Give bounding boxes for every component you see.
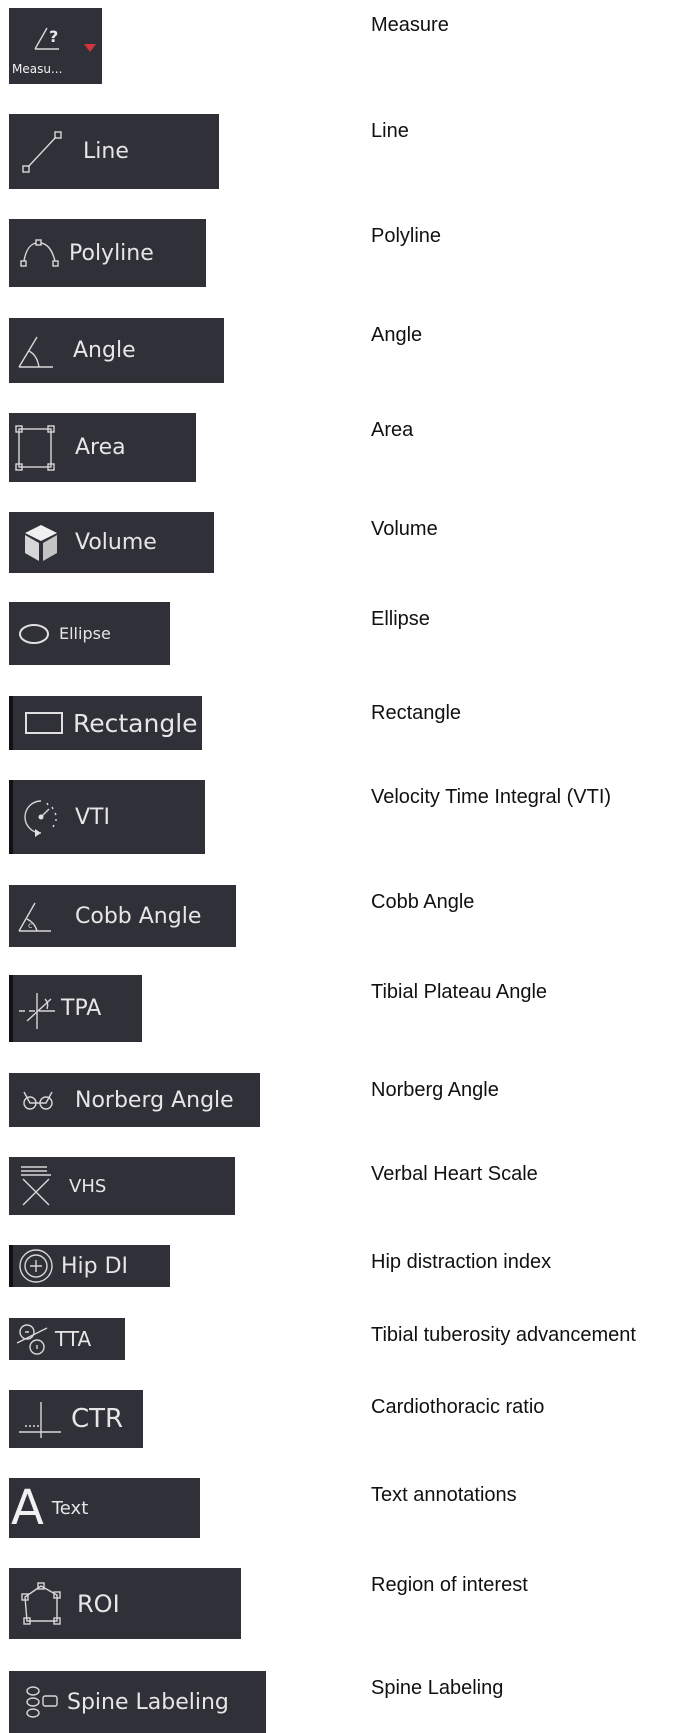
spine-labeling-description: Spine Labeling	[371, 1677, 504, 1699]
angle-description: Angle	[371, 324, 423, 346]
measure-label: Measu...	[12, 62, 63, 76]
text-label: Text	[51, 1497, 89, 1519]
ellipse-button[interactable]: Ellipse	[9, 602, 170, 665]
tpa-label: TPA	[61, 996, 102, 1021]
vhs-icon	[17, 1163, 57, 1209]
text-a-icon: A	[11, 1480, 44, 1536]
cobb-angle-description: Cobb Angle	[371, 891, 475, 913]
rectangle-description: Rectangle	[371, 702, 462, 724]
measure-button[interactable]: ? Measu...	[9, 8, 102, 84]
hip-di-description: Hip distraction index	[371, 1251, 552, 1273]
cube-icon	[23, 523, 59, 563]
angle-icon	[15, 329, 55, 373]
ctr-button[interactable]: CTR	[9, 1390, 143, 1448]
vti-label: VTI	[75, 804, 110, 830]
norberg-angle-icon	[21, 1088, 55, 1112]
tta-button[interactable]: TTA	[9, 1318, 125, 1360]
roi-label: ROI	[77, 1589, 120, 1618]
angle-question-icon: ?	[33, 20, 61, 52]
tpa-icon	[17, 987, 57, 1031]
polyline-button[interactable]: Polyline	[9, 219, 206, 287]
norberg-angle-button[interactable]: Norberg Angle	[9, 1073, 260, 1127]
hip-di-button[interactable]: Hip DI	[9, 1245, 170, 1287]
area-button[interactable]: Area	[9, 413, 196, 482]
text-button[interactable]: A Text	[9, 1478, 200, 1538]
norberg-angle-label: Norberg Angle	[75, 1087, 234, 1113]
rectangle-icon	[23, 709, 65, 737]
hip-di-icon	[17, 1247, 55, 1285]
chevron-down-icon[interactable]	[84, 44, 96, 52]
ctr-label: CTR	[71, 1404, 124, 1434]
rectangle-label: Rectangle	[73, 708, 198, 738]
vti-gauge-icon	[19, 793, 63, 841]
vti-button[interactable]: VTI	[9, 780, 205, 854]
roi-description: Region of interest	[371, 1574, 528, 1596]
volume-label: Volume	[75, 530, 157, 555]
cobb-angle-icon: c	[15, 895, 55, 937]
cobb-angle-label: Cobb Angle	[75, 903, 202, 929]
area-label: Area	[75, 435, 126, 460]
ctr-description: Cardiothoracic ratio	[371, 1396, 545, 1418]
hip-di-label: Hip DI	[61, 1253, 129, 1279]
tta-label: TTA	[55, 1327, 92, 1351]
tta-description: Tibial tuberosity advancement	[371, 1324, 636, 1346]
ellipse-label: Ellipse	[59, 624, 111, 643]
tta-icon	[15, 1320, 49, 1358]
line-button[interactable]: Line	[9, 114, 219, 189]
measure-description: Measure	[371, 14, 449, 36]
angle-button[interactable]: Angle	[9, 318, 224, 383]
spine-labeling-icon	[21, 1682, 61, 1722]
roi-icon	[21, 1581, 63, 1627]
norberg-angle-description: Norberg Angle	[371, 1079, 499, 1101]
ellipse-icon	[17, 621, 51, 647]
volume-description: Volume	[371, 518, 438, 540]
area-icon	[13, 423, 57, 473]
vhs-description: Verbal Heart Scale	[371, 1163, 538, 1185]
spine-labeling-label: Spine Labeling	[67, 1689, 229, 1715]
angle-label: Angle	[73, 338, 136, 363]
spine-labeling-button[interactable]: Spine Labeling	[9, 1671, 266, 1733]
polyline-description: Polyline	[371, 225, 442, 247]
svg-text:c: c	[28, 921, 32, 930]
line-description: Line	[371, 120, 409, 142]
vhs-button[interactable]: VHS	[9, 1157, 235, 1215]
area-description: Area	[371, 419, 414, 441]
tpa-button[interactable]: TPA	[9, 975, 142, 1042]
text-description: Text annotations	[371, 1484, 517, 1506]
vti-description: Velocity Time Integral (VTI)	[371, 786, 612, 808]
line-icon	[17, 126, 65, 178]
polyline-label: Polyline	[69, 240, 154, 266]
line-label: Line	[83, 139, 129, 164]
vhs-label: VHS	[69, 1175, 107, 1197]
svg-text:?: ?	[49, 27, 58, 46]
ellipse-description: Ellipse	[371, 608, 430, 630]
rectangle-button[interactable]: Rectangle	[9, 696, 202, 750]
tpa-description: Tibial Plateau Angle	[371, 981, 548, 1003]
volume-button[interactable]: Volume	[9, 512, 214, 573]
polyline-icon	[17, 235, 63, 271]
ctr-icon	[15, 1396, 63, 1442]
cobb-angle-button[interactable]: c Cobb Angle	[9, 885, 236, 947]
roi-button[interactable]: ROI	[9, 1568, 241, 1639]
